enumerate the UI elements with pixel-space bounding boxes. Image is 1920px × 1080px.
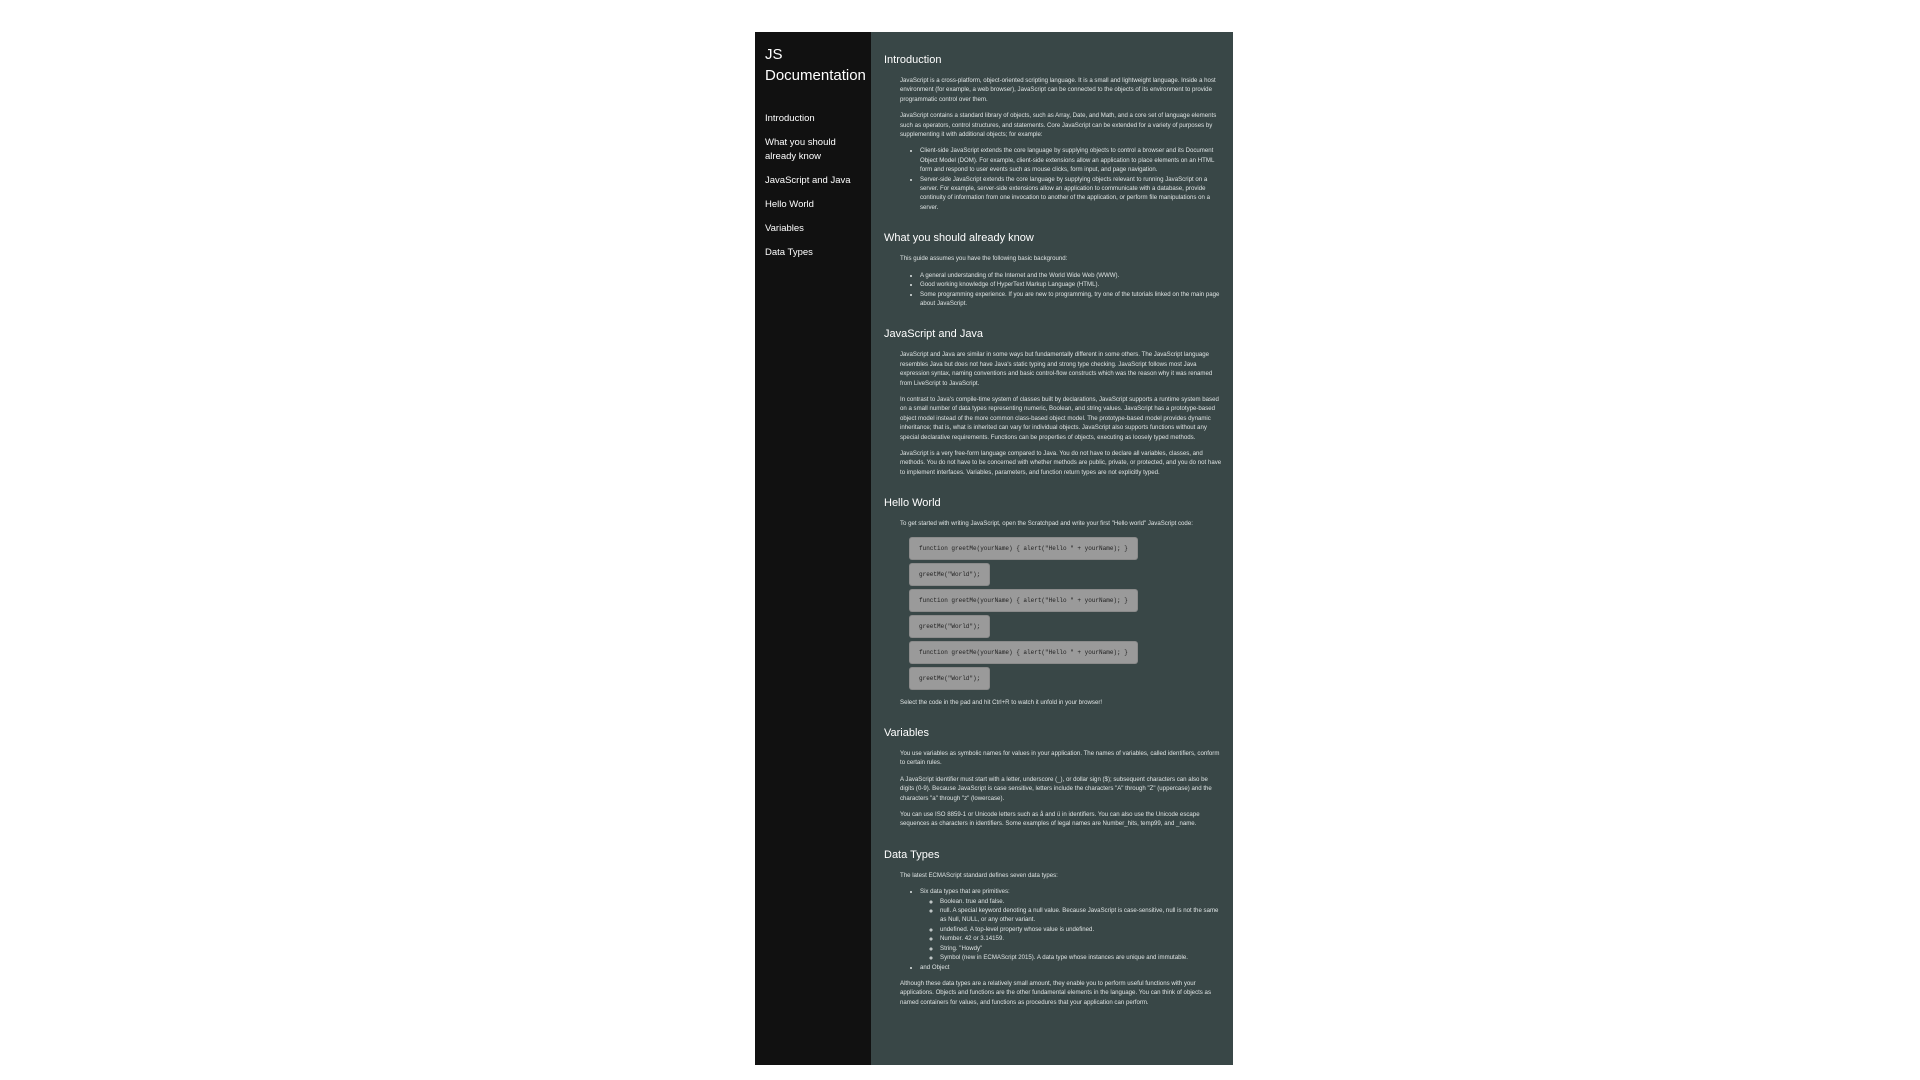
list-item: Symbol (new in ECMAScript 2015). A data … xyxy=(940,953,1223,962)
list-item: and Object xyxy=(920,963,1223,972)
paragraph: To get started with writing JavaScript, … xyxy=(900,520,1193,528)
code-block[interactable]: greetMe("World"); xyxy=(910,615,990,637)
paragraph: This guide assumes you have the followin… xyxy=(900,255,1068,263)
paragraph: JavaScript is a very free-form language … xyxy=(900,449,1222,476)
nav-link-data-types[interactable]: Data Types xyxy=(765,246,863,260)
section-heading: What you should already know xyxy=(884,232,1034,245)
sidebar-nav: JS Documentation Introduction What you s… xyxy=(755,32,871,1065)
documentation-page: JS Documentation Introduction What you s… xyxy=(755,32,1233,1065)
bullet-list: A general understanding of the Internet … xyxy=(884,271,1223,309)
paragraph: In contrast to Java's compile-time syste… xyxy=(900,395,1219,441)
paragraph: A JavaScript identifier must start with … xyxy=(900,775,1212,802)
list-item: undefined. A top-level property whose va… xyxy=(940,925,1223,934)
nav-link-javascript-and-java[interactable]: JavaScript and Java xyxy=(765,174,863,188)
list-item: A general understanding of the Internet … xyxy=(920,271,1223,280)
section-hello-world: Hello World To get started with writing … xyxy=(884,497,1223,707)
nav-link-what-you-should-already-know[interactable]: What you should already know xyxy=(765,136,863,164)
list-item: null. A special keyword denoting a null … xyxy=(940,906,1223,925)
paragraph: You use variables as symbolic names for … xyxy=(900,750,1220,767)
site-title-line1: JS xyxy=(765,46,783,63)
section-heading: Variables xyxy=(884,727,930,739)
section-what-you-should-already-know: What you should already know This guide … xyxy=(884,232,1223,308)
paragraph: Although these data types are a relative… xyxy=(900,979,1211,1006)
section-heading: JavaScript and Java xyxy=(884,328,984,341)
nav-link-variables[interactable]: Variables xyxy=(765,222,863,236)
section-heading: Hello World xyxy=(884,497,941,510)
nav-link-hello-world[interactable]: Hello World xyxy=(765,198,863,212)
paragraph: JavaScript is a cross-platform, object-o… xyxy=(900,77,1216,103)
paragraph: You can use ISO 8859-1 or Unicode letter… xyxy=(900,811,1200,828)
primitives-label: Six data types that are primitives: xyxy=(920,888,1010,896)
paragraph: Select the code in the pad and hit Ctrl+… xyxy=(900,698,1103,706)
list-item: Boolean. true and false. xyxy=(940,897,1223,906)
section-introduction: Introduction JavaScript is a cross-platf… xyxy=(884,54,1223,212)
list-item: Some programming experience. If you are … xyxy=(920,290,1223,309)
code-examples: function greetMe(yourName) { alert("Hell… xyxy=(910,537,1223,689)
paragraph: JavaScript and Java are similar in some … xyxy=(900,351,1213,387)
section-heading: Introduction xyxy=(884,54,942,66)
list-item: Good working knowledge of HyperText Mark… xyxy=(920,280,1223,289)
site-title-line2: Documentation xyxy=(765,67,866,84)
paragraph: JavaScript contains a standard library o… xyxy=(900,112,1217,139)
bullet-list: Six data types that are primitives: Bool… xyxy=(884,887,1223,972)
section-data-types: Data Types The latest ECMAScript standar… xyxy=(884,849,1223,1007)
code-block[interactable]: function greetMe(yourName) { alert("Hell… xyxy=(910,537,1137,559)
nav-link-introduction[interactable]: Introduction xyxy=(765,112,863,126)
code-block[interactable]: function greetMe(yourName) { alert("Hell… xyxy=(910,589,1137,611)
list-item: Client-side JavaScript extends the core … xyxy=(920,146,1223,174)
list-item: String. "Howdy" xyxy=(940,944,1223,953)
section-heading: Data Types xyxy=(884,848,940,861)
nav-link-label-line2: already know xyxy=(765,151,821,162)
main-content: Introduction JavaScript is a cross-platf… xyxy=(871,32,1233,1065)
list-item: Server-side JavaScript extends the core … xyxy=(920,175,1223,213)
bullet-list: Client-side JavaScript extends the core … xyxy=(884,146,1223,212)
site-title: JS Documentation xyxy=(765,44,866,86)
code-block[interactable]: greetMe("World"); xyxy=(910,563,990,585)
list-item: Number. 42 or 3.14159. xyxy=(940,934,1223,943)
section-variables: Variables You use variables as symbolic … xyxy=(884,727,1223,829)
section-javascript-and-java: JavaScript and Java JavaScript and Java … xyxy=(884,328,1223,477)
list-item: Six data types that are primitives: Bool… xyxy=(920,887,1223,962)
paragraph: The latest ECMAScript standard defines s… xyxy=(900,871,1058,879)
code-block[interactable]: function greetMe(yourName) { alert("Hell… xyxy=(910,641,1137,663)
code-block[interactable]: greetMe("World"); xyxy=(910,667,990,689)
nav-link-label-line1: What you should xyxy=(765,137,836,148)
sub-list: Boolean. true and false. null. A special… xyxy=(920,897,1223,963)
